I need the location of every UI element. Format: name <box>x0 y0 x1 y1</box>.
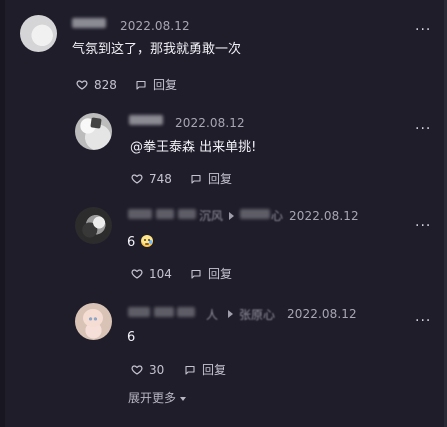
reply-icon <box>135 79 147 91</box>
heart-icon <box>131 364 143 376</box>
comment-date: 2022.08.12 <box>289 209 359 223</box>
blurred-username-segment <box>128 307 150 317</box>
heart-icon <box>131 268 143 280</box>
reply-icon <box>190 268 202 280</box>
reply-label: 回复 <box>208 267 233 281</box>
like-button[interactable]: 748 <box>131 173 172 185</box>
reply-button[interactable]: 回复 <box>190 268 232 280</box>
reply-label: 回复 <box>208 172 233 186</box>
comment-thread-screen: 2022.08.12 ··· 气氛到这了，那我就勇敢一次 828 回复 2022… <box>0 0 447 427</box>
blurred-username-segment <box>177 307 195 317</box>
like-count: 748 <box>149 172 172 186</box>
tear-mark <box>149 240 153 244</box>
heart-icon <box>131 173 143 185</box>
comment-body-text: 6 <box>127 235 136 250</box>
comment-date: 2022.08.12 <box>175 116 245 130</box>
expand-more-label: 展开更多 <box>128 391 177 405</box>
blurred-username-segment <box>178 209 196 219</box>
like-count: 104 <box>149 267 172 281</box>
like-button[interactable]: 104 <box>131 268 172 280</box>
comment-4: 人 张原心 2022.08.12 ··· 6 30 回复 <box>0 290 447 390</box>
comment-text: 6 <box>127 234 154 251</box>
blurred-username-segment <box>154 307 174 317</box>
reply-button[interactable]: 回复 <box>184 364 226 376</box>
comment-text: 气氛到这了，那我就勇敢一次 <box>72 42 242 57</box>
reply-arrow-icon <box>228 310 233 318</box>
more-options-icon[interactable]: ··· <box>415 23 431 37</box>
reply-arrow-icon <box>229 212 234 220</box>
comment-text: 6 <box>127 330 136 345</box>
like-count: 828 <box>94 78 117 92</box>
comment-text: @拳王泰森 出来单挑! <box>130 140 257 155</box>
reply-label: 回复 <box>153 78 178 92</box>
expand-more-button[interactable]: 展开更多 <box>128 391 187 405</box>
username-fragment: 人 <box>206 308 219 321</box>
username-fragment: 沉风 <box>199 209 224 222</box>
reply-icon <box>184 364 196 376</box>
blurred-username-segment <box>240 209 270 219</box>
reply-label: 回复 <box>202 363 227 377</box>
reply-button[interactable]: 回复 <box>135 79 177 91</box>
comment-date: 2022.08.12 <box>287 307 357 321</box>
comment-2: 2022.08.12 ··· @拳王泰森 出来单挑! 748 回复 <box>0 95 447 195</box>
like-button[interactable]: 828 <box>76 79 117 91</box>
blurred-username <box>129 115 163 125</box>
user-avatar[interactable] <box>75 113 112 150</box>
heart-icon <box>76 79 88 91</box>
crying-face-emoji-icon <box>141 235 154 247</box>
blurred-username <box>72 18 106 28</box>
user-avatar[interactable] <box>75 303 112 340</box>
user-avatar[interactable] <box>20 15 57 52</box>
like-count: 30 <box>149 363 165 377</box>
reply-button[interactable]: 回复 <box>190 173 232 185</box>
blurred-username-segment <box>128 209 152 219</box>
comment-3: 沉风 心 2022.08.12 ··· 6 104 回复 <box>0 195 447 290</box>
more-options-icon[interactable]: ··· <box>415 219 431 233</box>
comment-1: 2022.08.12 ··· 气氛到这了，那我就勇敢一次 828 回复 <box>0 0 447 95</box>
user-avatar[interactable] <box>75 207 112 244</box>
more-options-icon[interactable]: ··· <box>415 122 431 136</box>
comment-date: 2022.08.12 <box>120 19 190 33</box>
username-fragment: 心 <box>271 209 284 222</box>
reply-icon <box>190 173 202 185</box>
blurred-username-segment <box>156 209 174 219</box>
username-fragment: 张原心 <box>239 308 276 321</box>
more-options-icon[interactable]: ··· <box>415 314 431 328</box>
like-button[interactable]: 30 <box>131 364 164 376</box>
mouth-mark <box>145 243 150 245</box>
chevron-down-icon <box>180 397 187 401</box>
